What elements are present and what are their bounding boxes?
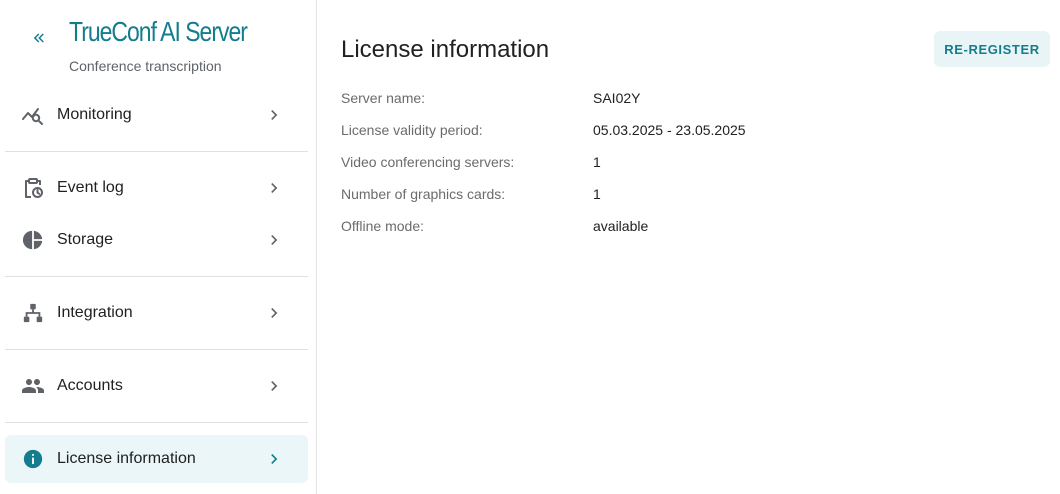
chevron-right-icon xyxy=(264,178,284,198)
info-label: Offline mode: xyxy=(341,218,425,234)
sidebar-item-label: Storage xyxy=(57,231,114,248)
chart-search-icon xyxy=(21,103,45,127)
info-label: Video conferencing servers: xyxy=(341,154,515,170)
re-register-button[interactable]: RE-REGISTER xyxy=(934,31,1050,67)
chevron-right-icon xyxy=(264,230,284,250)
divider xyxy=(5,276,308,277)
sidebar-item-event-log[interactable]: Event log xyxy=(5,164,308,212)
info-row-graphics-cards: Number of graphics cards: 1 xyxy=(341,186,1041,206)
double-chevron-left-icon xyxy=(30,29,48,52)
sidebar-item-label: Monitoring xyxy=(57,106,132,123)
clipboard-clock-icon xyxy=(21,176,45,200)
info-icon xyxy=(21,447,45,471)
info-value: available xyxy=(593,218,649,234)
info-row-video-servers: Video conferencing servers: 1 xyxy=(341,154,1041,174)
chevron-right-icon xyxy=(264,303,284,323)
info-label: Number of graphics cards: xyxy=(341,186,506,202)
chevron-right-icon xyxy=(264,449,284,469)
page-title: License information xyxy=(341,36,550,63)
info-value: 05.03.2025 - 23.05.2025 xyxy=(593,122,746,138)
brand-header: TrueConf AI Server Conference transcript… xyxy=(0,0,316,90)
brand-title: TrueConf AI Server xyxy=(69,16,248,47)
sidebar-item-storage[interactable]: Storage xyxy=(5,216,308,264)
info-value: 1 xyxy=(593,154,601,170)
people-icon xyxy=(21,374,45,398)
collapse-sidebar-button[interactable] xyxy=(27,28,51,52)
sidebar-item-label: Accounts xyxy=(57,377,123,394)
info-row-server-name: Server name: SAI02Y xyxy=(341,90,1041,110)
sitemap-icon xyxy=(21,301,45,325)
divider xyxy=(5,151,308,152)
sidebar-item-accounts[interactable]: Accounts xyxy=(5,362,308,410)
info-label: Server name: xyxy=(341,90,426,106)
info-label: License validity period: xyxy=(341,122,483,138)
main-content: License information RE-REGISTER Server n… xyxy=(317,0,1060,494)
info-row-license-validity: License validity period: 05.03.2025 - 23… xyxy=(341,122,1041,142)
sidebar-item-monitoring[interactable]: Monitoring xyxy=(5,91,308,139)
divider xyxy=(5,422,308,423)
brand-subtitle: Conference transcription xyxy=(69,58,222,74)
sidebar-item-license-information[interactable]: License information xyxy=(5,435,308,483)
sidebar-item-label: License information xyxy=(57,450,196,467)
chevron-right-icon xyxy=(264,376,284,396)
info-value: 1 xyxy=(593,186,601,202)
info-row-offline-mode: Offline mode: available xyxy=(341,218,1041,238)
divider xyxy=(5,349,308,350)
sidebar-item-label: Event log xyxy=(57,179,124,196)
info-value: SAI02Y xyxy=(593,90,641,106)
sidebar: TrueConf AI Server Conference transcript… xyxy=(0,0,317,494)
sidebar-item-label: Integration xyxy=(57,304,133,321)
pie-chart-icon xyxy=(21,228,45,252)
chevron-right-icon xyxy=(264,105,284,125)
sidebar-item-integration[interactable]: Integration xyxy=(5,289,308,337)
